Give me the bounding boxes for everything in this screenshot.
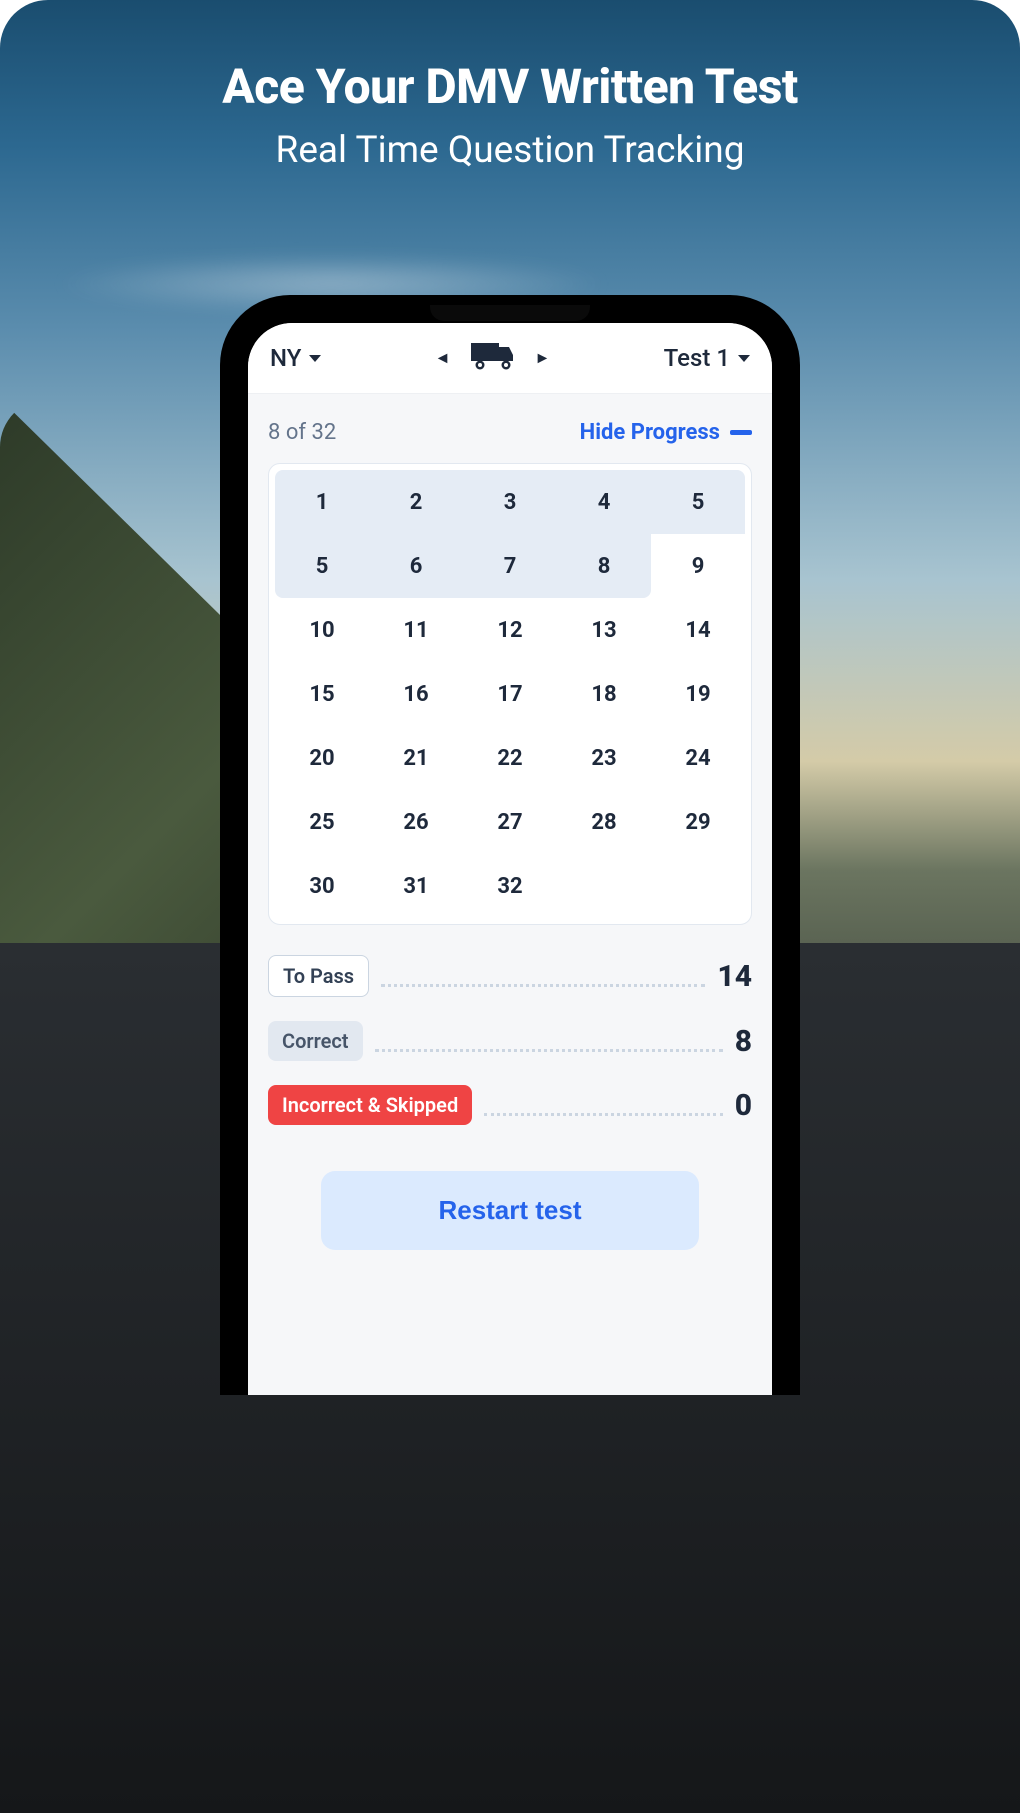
- question-cell[interactable]: 14: [651, 598, 745, 662]
- question-cell[interactable]: 32: [463, 854, 557, 918]
- question-cell[interactable]: 24: [651, 726, 745, 790]
- question-cell[interactable]: 6: [369, 534, 463, 598]
- app-header: NY ◄ ► Test 1: [248, 323, 772, 394]
- caret-down-icon: [309, 355, 321, 362]
- stat-to-pass: To Pass 14: [268, 955, 752, 997]
- app-screen: NY ◄ ► Test 1: [248, 323, 772, 1395]
- hero-text: Ace Your DMV Written Test Real Time Ques…: [0, 58, 1020, 172]
- progress-header: 8 of 32 Hide Progress: [268, 420, 752, 445]
- hide-progress-button[interactable]: Hide Progress: [580, 420, 752, 445]
- question-cell[interactable]: 22: [463, 726, 557, 790]
- restart-button[interactable]: Restart test: [321, 1171, 699, 1250]
- phone-frame: NY ◄ ► Test 1: [220, 295, 800, 1395]
- state-label: NY: [270, 344, 301, 372]
- question-cell[interactable]: 20: [275, 726, 369, 790]
- question-cell[interactable]: 13: [557, 598, 651, 662]
- question-cell[interactable]: 12: [463, 598, 557, 662]
- hero-subtitle: Real Time Question Tracking: [0, 129, 1020, 172]
- prev-vehicle-button[interactable]: ◄: [435, 350, 451, 366]
- question-cell[interactable]: 16: [369, 662, 463, 726]
- dots-separator: [484, 1113, 722, 1116]
- question-cell[interactable]: 1: [275, 470, 369, 534]
- main-content: 8 of 32 Hide Progress 123455678910111213…: [248, 394, 772, 1395]
- to-pass-value: 14: [717, 959, 752, 994]
- to-pass-label: To Pass: [268, 955, 369, 997]
- incorrect-label: Incorrect & Skipped: [268, 1085, 472, 1125]
- progress-count: 8 of 32: [268, 420, 336, 445]
- question-cell[interactable]: 4: [557, 470, 651, 534]
- question-cell[interactable]: 15: [275, 662, 369, 726]
- question-cell[interactable]: 21: [369, 726, 463, 790]
- question-cell[interactable]: 30: [275, 854, 369, 918]
- stat-correct: Correct 8: [268, 1021, 752, 1061]
- stat-incorrect: Incorrect & Skipped 0: [268, 1085, 752, 1125]
- correct-value: 8: [735, 1024, 752, 1059]
- truck-icon[interactable]: [471, 341, 515, 375]
- stats: To Pass 14 Correct 8 Incorrect & Skipped…: [268, 955, 752, 1125]
- question-cell[interactable]: 29: [651, 790, 745, 854]
- incorrect-value: 0: [735, 1088, 752, 1123]
- dots-separator: [381, 984, 705, 987]
- question-cell[interactable]: 3: [463, 470, 557, 534]
- question-cell[interactable]: 27: [463, 790, 557, 854]
- phone-notch: [430, 305, 590, 321]
- test-selector[interactable]: Test 1: [664, 344, 750, 372]
- test-label: Test 1: [664, 344, 730, 372]
- question-cell[interactable]: 5: [275, 534, 369, 598]
- hero-title: Ace Your DMV Written Test: [0, 58, 1020, 115]
- dots-separator: [375, 1049, 723, 1052]
- question-cell[interactable]: 25: [275, 790, 369, 854]
- caret-down-icon: [738, 355, 750, 362]
- question-cell[interactable]: 7: [463, 534, 557, 598]
- question-cell[interactable]: 23: [557, 726, 651, 790]
- vehicle-selector: ◄ ►: [435, 341, 551, 375]
- next-vehicle-button[interactable]: ►: [535, 350, 551, 366]
- question-cell[interactable]: 2: [369, 470, 463, 534]
- hide-progress-label: Hide Progress: [580, 420, 720, 445]
- question-cell[interactable]: 11: [369, 598, 463, 662]
- question-cell[interactable]: 26: [369, 790, 463, 854]
- question-cell[interactable]: 18: [557, 662, 651, 726]
- question-cell[interactable]: 10: [275, 598, 369, 662]
- question-cell[interactable]: 9: [651, 534, 745, 598]
- minus-icon: [730, 430, 752, 435]
- question-cell[interactable]: 8: [557, 534, 651, 598]
- question-cell[interactable]: 28: [557, 790, 651, 854]
- state-selector[interactable]: NY: [270, 344, 321, 372]
- question-cell[interactable]: 5: [651, 470, 745, 534]
- question-grid: 1234556789101112131415161718192021222324…: [268, 463, 752, 925]
- question-cell[interactable]: 17: [463, 662, 557, 726]
- question-cell[interactable]: 19: [651, 662, 745, 726]
- correct-label: Correct: [268, 1021, 363, 1061]
- question-cell[interactable]: 31: [369, 854, 463, 918]
